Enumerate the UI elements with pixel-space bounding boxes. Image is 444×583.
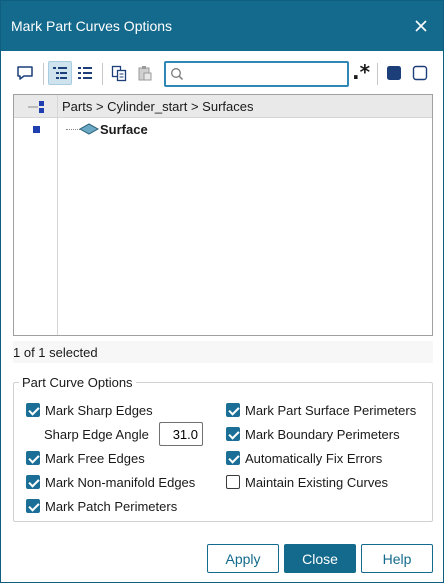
toolbar-divider bbox=[102, 63, 103, 85]
checkbox-label: Mark Boundary Perimeters bbox=[245, 426, 400, 442]
checkbox-checked[interactable] bbox=[226, 427, 240, 441]
checkbox-checked[interactable] bbox=[26, 499, 40, 513]
checkbox-checked[interactable] bbox=[26, 451, 40, 465]
checkbox-label: Maintain Existing Curves bbox=[245, 474, 389, 490]
copy-icon[interactable] bbox=[107, 61, 131, 85]
automatically-fix-errors-checkbox[interactable]: Automatically Fix Errors bbox=[226, 449, 382, 467]
maintain-existing-curves-checkbox[interactable]: Maintain Existing Curves bbox=[226, 473, 388, 491]
close-icon[interactable] bbox=[413, 18, 429, 34]
tree-connector bbox=[66, 129, 80, 130]
mark-patch-perimeters-checkbox[interactable]: Mark Patch Perimeters bbox=[26, 497, 177, 515]
tree-view-icon[interactable] bbox=[48, 61, 72, 85]
checkbox-label: Mark Non-manifold Edges bbox=[45, 474, 196, 490]
surface-icon bbox=[78, 122, 100, 139]
help-button[interactable]: Help bbox=[361, 544, 433, 573]
checkbox-checked[interactable] bbox=[26, 403, 40, 417]
checkbox-label: Mark Part Surface Perimeters bbox=[245, 402, 417, 418]
comment-icon[interactable] bbox=[13, 61, 37, 85]
sharp-edge-angle-label: Sharp Edge Angle bbox=[44, 427, 149, 442]
apply-button[interactable]: Apply bbox=[207, 544, 279, 573]
expand-icon[interactable] bbox=[26, 99, 46, 115]
selection-status: 1 of 1 selected bbox=[13, 345, 98, 360]
list-view-icon[interactable] bbox=[73, 61, 97, 85]
mark-part-curves-dialog: Mark Part Curves Options .* Parts > Cyli… bbox=[0, 0, 444, 583]
toolbar-divider bbox=[43, 63, 44, 85]
checkbox-label: Automatically Fix Errors bbox=[245, 450, 383, 466]
select-all-icon[interactable] bbox=[382, 61, 406, 85]
mark-free-edges-checkbox[interactable]: Mark Free Edges bbox=[26, 449, 145, 467]
regex-toggle[interactable]: .* bbox=[352, 60, 370, 84]
title-bar: Mark Part Curves Options bbox=[1, 1, 443, 51]
select-none-icon[interactable] bbox=[408, 61, 432, 85]
checkbox-checked[interactable] bbox=[26, 475, 40, 489]
search-input[interactable] bbox=[188, 65, 344, 83]
checkbox-label: Mark Patch Perimeters bbox=[45, 498, 178, 514]
search-box[interactable] bbox=[164, 61, 349, 87]
paste-icon[interactable] bbox=[133, 61, 157, 85]
group-title: Part Curve Options bbox=[19, 375, 136, 390]
tree-item-surface[interactable]: Surface bbox=[14, 120, 432, 140]
mark-part-surface-perimeters-checkbox[interactable]: Mark Part Surface Perimeters bbox=[226, 401, 416, 419]
mark-non-manifold-edges-checkbox[interactable]: Mark Non-manifold Edges bbox=[26, 473, 195, 491]
window-title: Mark Part Curves Options bbox=[11, 18, 173, 34]
checkbox-unchecked[interactable] bbox=[226, 475, 240, 489]
checkbox-label: Mark Sharp Edges bbox=[45, 402, 153, 418]
toolbar-divider bbox=[377, 63, 378, 85]
search-icon bbox=[170, 67, 184, 84]
tree-item-label: Surface bbox=[100, 122, 148, 137]
sharp-edge-angle-input[interactable] bbox=[159, 422, 203, 446]
object-tree[interactable]: Parts > Cylinder_start > Surfaces Surfac… bbox=[13, 94, 433, 336]
close-button[interactable]: Close bbox=[284, 544, 356, 573]
toolbar: .* bbox=[1, 59, 443, 89]
mark-boundary-perimeters-checkbox[interactable]: Mark Boundary Perimeters bbox=[226, 425, 400, 443]
mark-sharp-edges-checkbox[interactable]: Mark Sharp Edges bbox=[26, 401, 153, 419]
checkbox-checked[interactable] bbox=[226, 451, 240, 465]
checkbox-checked[interactable] bbox=[226, 403, 240, 417]
checkbox-label: Mark Free Edges bbox=[45, 450, 145, 466]
selection-marker bbox=[33, 126, 40, 133]
breadcrumb: Parts > Cylinder_start > Surfaces bbox=[62, 99, 254, 114]
